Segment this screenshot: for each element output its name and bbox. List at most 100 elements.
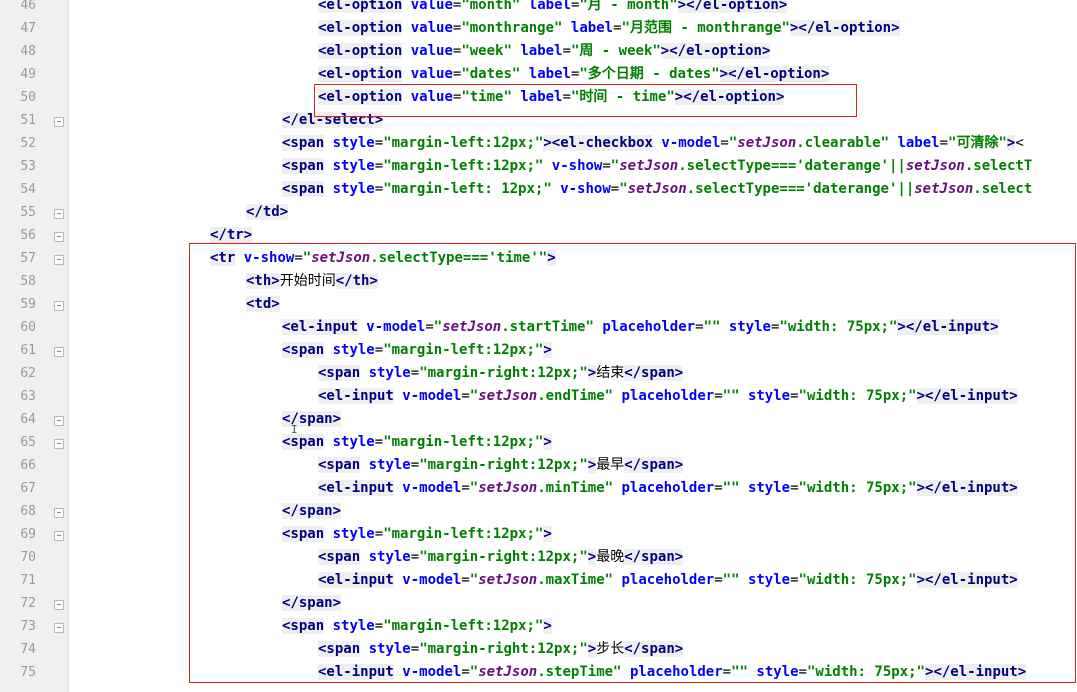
code-line[interactable]: 73 <span style="margin-left:12px;">: [0, 615, 1077, 638]
code-text: <span style="margin-left:12px;">: [282, 526, 552, 542]
code-text: <span style="margin-right:12px;">最晚</spa…: [318, 549, 684, 565]
code-text: <el-input v-model="setJson.minTime" plac…: [318, 480, 1018, 496]
code-line[interactable]: 61 <span style="margin-left:12px;">: [0, 339, 1077, 362]
code-line[interactable]: 66 <span style="margin-right:12px;">最早</s…: [0, 454, 1077, 477]
fold-toggle-icon[interactable]: [54, 623, 64, 633]
code-line[interactable]: 49 <el-option value="dates" label="多个日期 -…: [0, 63, 1077, 86]
line-number: 71: [20, 573, 36, 588]
fold-toggle-icon[interactable]: [54, 508, 64, 518]
fold-toggle-icon[interactable]: [54, 416, 64, 426]
line-number: 50: [20, 90, 36, 105]
code-line[interactable]: 75 <el-input v-model="setJson.stepTime" p…: [0, 661, 1077, 684]
line-number: 72: [20, 596, 36, 611]
fold-toggle-icon[interactable]: [54, 209, 64, 219]
code-text: <th>开始时间</th>: [246, 273, 378, 289]
code-text: <td>: [246, 296, 280, 312]
line-number: 64: [20, 412, 36, 427]
code-text: <span style="margin-right:12px;">步长</spa…: [318, 641, 684, 657]
code-text: </tr>: [210, 227, 253, 243]
code-line[interactable]: 55 </td>: [0, 201, 1077, 224]
code-text: </el-select>: [282, 112, 384, 128]
code-text: <el-input v-model="setJson.maxTime" plac…: [318, 572, 1018, 588]
line-number: 55: [20, 205, 36, 220]
line-number: 75: [20, 665, 36, 680]
code-line[interactable]: 46 <el-option value="month" label="月 - mo…: [0, 0, 1077, 17]
code-text: <el-option value="dates" label="多个日期 - d…: [318, 66, 830, 82]
line-number: 47: [20, 21, 36, 36]
code-line[interactable]: 48 <el-option value="week" label="周 - wee…: [0, 40, 1077, 63]
code-line[interactable]: 58 <th>开始时间</th>: [0, 270, 1077, 293]
line-number: 70: [20, 550, 36, 565]
fold-toggle-icon[interactable]: [54, 600, 64, 610]
code-text: </td>: [246, 204, 289, 220]
line-number: 69: [20, 527, 36, 542]
code-text: <el-option value="time" label="时间 - time…: [318, 89, 785, 105]
code-text: <span style="margin-right:12px;">结束</spa…: [318, 365, 684, 381]
code-line[interactable]: 53 <span style="margin-left:12px;" v-show…: [0, 155, 1077, 178]
code-text: <span style="margin-left: 12px;" v-show=…: [282, 181, 1033, 197]
text-cursor-icon: I: [291, 423, 298, 436]
code-editor[interactable]: 46 <el-option value="month" label="月 - mo…: [0, 0, 1077, 692]
line-number: 46: [20, 0, 36, 13]
code-line[interactable]: 56 </tr>: [0, 224, 1077, 247]
code-text: <tr v-show="setJson.selectType==='time'"…: [210, 250, 556, 266]
line-number: 56: [20, 228, 36, 243]
line-number: 61: [20, 343, 36, 358]
code-text: <el-input v-model="setJson.endTime" plac…: [318, 388, 1018, 404]
fold-toggle-icon[interactable]: [54, 117, 64, 127]
code-line[interactable]: 57 <tr v-show="setJson.selectType==='time…: [0, 247, 1077, 270]
code-text: </span>: [282, 503, 342, 519]
fold-toggle-icon[interactable]: [54, 439, 64, 449]
line-number: 57: [20, 251, 36, 266]
code-text: <span style="margin-left:12px;"><el-chec…: [282, 135, 1024, 151]
line-number: 49: [20, 67, 36, 82]
code-line[interactable]: 70 <span style="margin-right:12px;">最晚</s…: [0, 546, 1077, 569]
code-line[interactable]: 51 </el-select>: [0, 109, 1077, 132]
line-number: 74: [20, 642, 36, 657]
code-line[interactable]: 65 <span style="margin-left:12px;">: [0, 431, 1077, 454]
code-line[interactable]: 74 <span style="margin-right:12px;">步长</s…: [0, 638, 1077, 661]
line-number: 59: [20, 297, 36, 312]
code-text: <el-input v-model="setJson.stepTime" pla…: [318, 664, 1027, 680]
code-text: <el-option value="week" label="周 - week"…: [318, 43, 771, 59]
code-line[interactable]: 50 <el-option value="time" label="时间 - ti…: [0, 86, 1077, 109]
line-number: 58: [20, 274, 36, 289]
code-line[interactable]: 64 </span>: [0, 408, 1077, 431]
code-text: <span style="margin-left:12px;">: [282, 434, 552, 450]
line-number: 51: [20, 113, 36, 128]
code-line[interactable]: 72 </span>: [0, 592, 1077, 615]
fold-toggle-icon[interactable]: [54, 531, 64, 541]
fold-toggle-icon[interactable]: [54, 347, 64, 357]
fold-toggle-icon[interactable]: [54, 232, 64, 242]
code-text: <span style="margin-right:12px;">最早</spa…: [318, 457, 684, 473]
line-number: 62: [20, 366, 36, 381]
line-number: 65: [20, 435, 36, 450]
code-line[interactable]: 67 <el-input v-model="setJson.minTime" pl…: [0, 477, 1077, 500]
code-line[interactable]: 68 </span>: [0, 500, 1077, 523]
line-number: 48: [20, 44, 36, 59]
code-line[interactable]: 47 <el-option value="monthrange" label="月…: [0, 17, 1077, 40]
code-text: </span>: [282, 595, 342, 611]
code-text: <span style="margin-left:12px;">: [282, 618, 552, 634]
code-text: <span style="margin-left:12px;">: [282, 342, 552, 358]
code-line[interactable]: 62 <span style="margin-right:12px;">结束</s…: [0, 362, 1077, 385]
code-text: <el-option value="monthrange" label="月范围…: [318, 20, 900, 36]
code-line[interactable]: 63 <el-input v-model="setJson.endTime" pl…: [0, 385, 1077, 408]
code-line[interactable]: 52 <span style="margin-left:12px;"><el-ch…: [0, 132, 1077, 155]
line-number: 52: [20, 136, 36, 151]
code-text: <el-option value="month" label="月 - mont…: [318, 0, 788, 17]
code-line[interactable]: 71 <el-input v-model="setJson.maxTime" pl…: [0, 569, 1077, 592]
line-number: 66: [20, 458, 36, 473]
line-number: 63: [20, 389, 36, 404]
code-line[interactable]: 54 <span style="margin-left: 12px;" v-sho…: [0, 178, 1077, 201]
fold-toggle-icon[interactable]: [54, 255, 64, 265]
code-line[interactable]: 69 <span style="margin-left:12px;">: [0, 523, 1077, 546]
code-text: <el-input v-model="setJson.startTime" pl…: [282, 319, 999, 335]
line-number: 73: [20, 619, 36, 634]
line-number: 53: [20, 159, 36, 174]
code-line[interactable]: 60 <el-input v-model="setJson.startTime" …: [0, 316, 1077, 339]
code-line[interactable]: 59 <td>: [0, 293, 1077, 316]
line-number: 67: [20, 481, 36, 496]
line-number: 68: [20, 504, 36, 519]
fold-toggle-icon[interactable]: [54, 301, 64, 311]
